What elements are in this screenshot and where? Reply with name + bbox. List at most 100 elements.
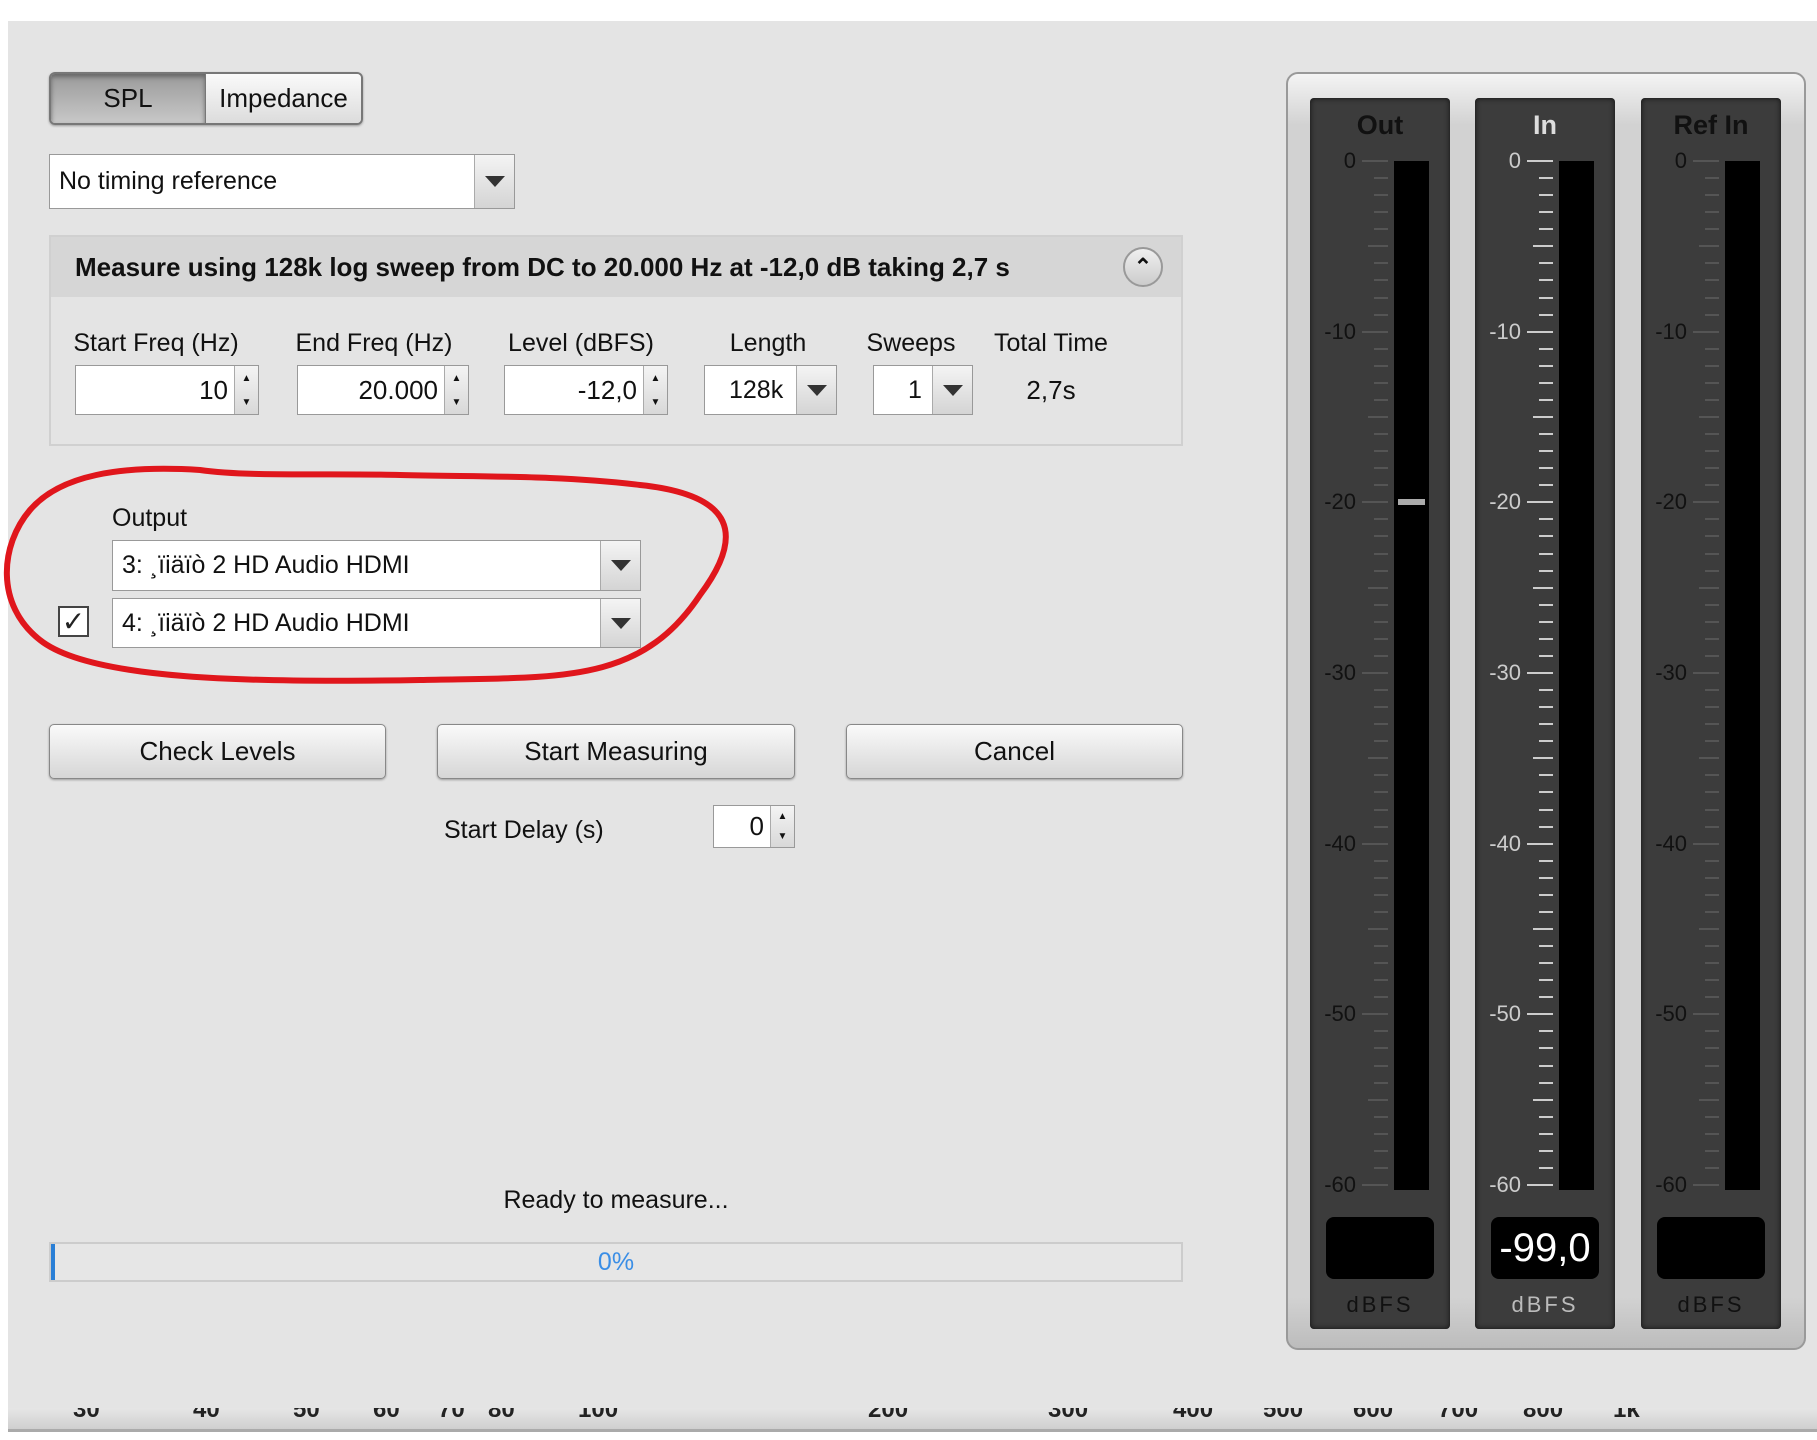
meter-tick xyxy=(1374,211,1388,214)
meter-tick xyxy=(1705,1115,1719,1118)
meter-scale-label: 0 xyxy=(1674,148,1687,173)
start-delay-label: Start Delay (s) xyxy=(444,816,604,844)
meter-tick xyxy=(1699,416,1719,418)
meter-tick xyxy=(1539,825,1553,828)
chevron-down-icon[interactable] xyxy=(932,366,972,414)
meter-tick xyxy=(1374,347,1388,350)
collapse-icon[interactable]: ⌃ xyxy=(1123,247,1163,287)
meter-readout xyxy=(1326,1217,1434,1279)
meter-tick xyxy=(1374,1081,1388,1084)
meter-tick xyxy=(1362,1013,1388,1016)
meter-tick xyxy=(1374,313,1388,316)
meter-tick xyxy=(1705,535,1719,538)
meter-bar xyxy=(1559,161,1594,1190)
meter-tick xyxy=(1527,160,1553,162)
chevron-down-icon[interactable] xyxy=(474,155,514,208)
timing-reference-dropdown[interactable]: No timing reference xyxy=(49,154,515,209)
start-freq-value: 10 xyxy=(199,374,228,405)
meter-tick xyxy=(1368,245,1388,248)
meter-tick xyxy=(1368,928,1388,930)
meter-scale-label: -10 xyxy=(1489,318,1521,344)
meter-tick xyxy=(1539,211,1553,214)
meter-tick xyxy=(1374,552,1388,555)
meter-tick xyxy=(1539,381,1553,384)
progress-bar: 0% xyxy=(49,1242,1183,1282)
meter-title: In xyxy=(1533,110,1557,140)
meter-unit: dBFS xyxy=(1511,1292,1579,1317)
level-input[interactable]: -12,0 ▲ ▼ xyxy=(504,365,668,415)
meter-tick xyxy=(1539,347,1553,350)
meter-tick xyxy=(1374,177,1388,180)
meter-tick xyxy=(1374,637,1388,640)
meter-tick xyxy=(1705,774,1719,777)
meter-tick xyxy=(1539,791,1553,794)
meter-tick xyxy=(1368,416,1388,418)
meter-tick xyxy=(1374,825,1388,828)
sweeps-value: 1 xyxy=(908,375,922,404)
meter-scale-label: -20 xyxy=(1655,489,1687,515)
end-freq-input[interactable]: 20.000 ▲ ▼ xyxy=(297,365,469,415)
meter-tick xyxy=(1539,706,1553,709)
meter-title: Ref In xyxy=(1673,110,1749,140)
spinner-arrows-icon[interactable]: ▲ ▼ xyxy=(770,806,794,847)
meter-tick xyxy=(1539,774,1553,777)
spinner-arrows-icon[interactable]: ▲ ▼ xyxy=(643,366,667,414)
meter-unit: dBFS xyxy=(1677,1292,1745,1317)
progress-fill xyxy=(51,1244,55,1280)
meter-tick xyxy=(1539,467,1553,470)
meter-tick xyxy=(1374,1166,1388,1169)
meter-readout xyxy=(1657,1217,1765,1279)
meter-scale-label: -50 xyxy=(1655,1001,1687,1027)
meter-tick xyxy=(1374,945,1388,948)
axis-tick-label: 100 xyxy=(578,1408,619,1423)
check-levels-button[interactable]: Check Levels xyxy=(49,724,386,779)
meter-tick xyxy=(1368,586,1388,589)
sweeps-dropdown[interactable]: 1 xyxy=(873,365,973,415)
meter-tick xyxy=(1705,740,1719,743)
meter-tick xyxy=(1705,569,1719,572)
start-freq-input[interactable]: 10 ▲ ▼ xyxy=(75,365,259,415)
meter-tick xyxy=(1705,484,1719,487)
meter-tick xyxy=(1374,296,1388,299)
meter-tick xyxy=(1374,689,1388,692)
meter-tick xyxy=(1374,723,1388,726)
sweeps-label: Sweeps xyxy=(866,329,956,357)
meter-tick xyxy=(1374,654,1388,657)
meter-scale-label: 0 xyxy=(1508,148,1521,173)
meter-tick xyxy=(1374,279,1388,282)
axis-tick-label: 300 xyxy=(1048,1408,1089,1423)
meter-tick xyxy=(1539,398,1553,401)
meter-tick xyxy=(1539,279,1553,282)
spinner-arrows-icon[interactable]: ▲ ▼ xyxy=(234,366,258,414)
meter-tick xyxy=(1699,1098,1719,1101)
start-measuring-button[interactable]: Start Measuring xyxy=(437,724,795,779)
meter-tick xyxy=(1539,945,1553,948)
meter-tick xyxy=(1705,279,1719,282)
impedance-toggle[interactable]: Impedance xyxy=(206,74,361,123)
cancel-button[interactable]: Cancel xyxy=(846,724,1183,779)
meter-tick xyxy=(1539,979,1553,982)
mode-toggle[interactable]: SPL Impedance xyxy=(49,72,363,125)
length-dropdown[interactable]: 128k xyxy=(704,365,837,415)
spl-toggle[interactable]: SPL xyxy=(51,74,206,123)
meter-tick xyxy=(1705,945,1719,948)
meter-tick xyxy=(1705,177,1719,180)
meter-tick xyxy=(1539,262,1553,265)
meter-tick xyxy=(1533,1098,1553,1101)
meter-tick xyxy=(1539,1030,1553,1033)
meter-scale-label: -60 xyxy=(1324,1172,1356,1197)
meter-tick xyxy=(1374,603,1388,606)
chevron-down-icon[interactable] xyxy=(796,366,836,414)
meter-tick xyxy=(1539,1081,1553,1084)
spinner-arrows-icon[interactable]: ▲ ▼ xyxy=(444,366,468,414)
meter-tick xyxy=(1527,501,1553,504)
start-delay-input[interactable]: 0 ▲ ▼ xyxy=(713,805,795,848)
meter-tick xyxy=(1539,876,1553,879)
meter-tick xyxy=(1705,1030,1719,1033)
start-freq-label: Start Freq (Hz) xyxy=(73,329,239,357)
meter-tick xyxy=(1374,569,1388,572)
meter-tick xyxy=(1374,859,1388,862)
meter-tick xyxy=(1705,1047,1719,1050)
meter-tick xyxy=(1374,518,1388,521)
meter-tick xyxy=(1527,1013,1553,1016)
